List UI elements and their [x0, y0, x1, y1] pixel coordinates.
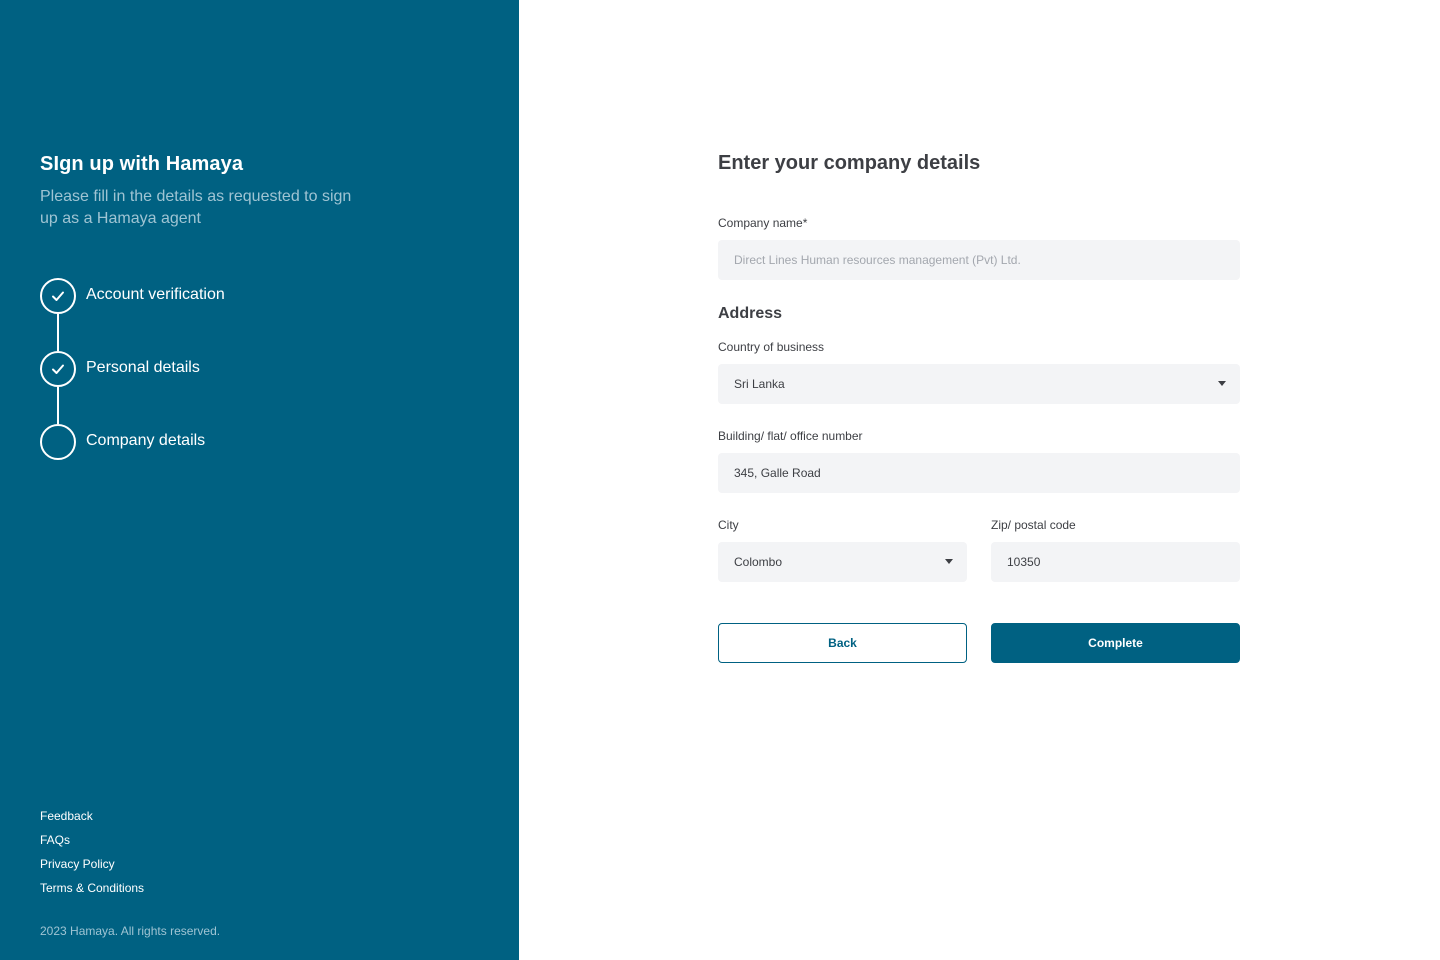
terms-conditions-link[interactable]: Terms & Conditions [40, 876, 144, 900]
city-label: City [718, 518, 739, 532]
privacy-policy-link[interactable]: Privacy Policy [40, 852, 144, 876]
caret-down-icon [945, 559, 953, 564]
step-label: Company details [86, 432, 206, 449]
building-value: 345, Galle Road [734, 466, 821, 480]
step-personal-details: Personal details [40, 351, 440, 387]
city-select[interactable]: Colombo [718, 542, 967, 582]
step-connector [57, 387, 59, 424]
form-heading: Enter your company details [718, 152, 981, 174]
faqs-link[interactable]: FAQs [40, 828, 144, 852]
country-value: Sri Lanka [734, 377, 785, 391]
company-name-label: Company name* [718, 216, 808, 230]
check-icon [40, 278, 76, 314]
feedback-link[interactable]: Feedback [40, 804, 144, 828]
country-label: Country of business [718, 340, 825, 354]
company-name-placeholder: Direct Lines Human resources management … [734, 253, 1021, 267]
copyright: 2023 Hamaya. All rights reserved. [40, 924, 221, 938]
step-label: Account verification [86, 286, 225, 303]
country-select[interactable]: Sri Lanka [718, 364, 1240, 404]
building-input[interactable]: 345, Galle Road [718, 453, 1240, 493]
check-icon [40, 351, 76, 387]
zip-input[interactable]: 10350 [991, 542, 1240, 582]
step-connector [57, 314, 59, 351]
complete-button[interactable]: Complete [991, 623, 1240, 663]
sidebar-panel: SIgn up with Hamaya Please fill in the d… [0, 0, 519, 960]
step-company-details: Company details [40, 424, 440, 460]
city-value: Colombo [734, 555, 783, 569]
caret-down-icon [1218, 381, 1226, 386]
back-button[interactable]: Back [718, 623, 967, 663]
address-heading: Address [718, 305, 783, 322]
footer-links: Feedback FAQs Privacy Policy Terms & Con… [40, 804, 144, 900]
step-label: Personal details [86, 359, 200, 376]
sidebar-title: SIgn up with Hamaya [40, 153, 244, 175]
building-label: Building/ flat/ office number [718, 429, 863, 443]
zip-value: 10350 [1007, 555, 1041, 569]
step-account-verification: Account verification [40, 278, 440, 314]
sidebar-subtitle: Please fill in the details as requested … [40, 188, 352, 227]
company-name-input[interactable]: Direct Lines Human resources management … [718, 240, 1240, 280]
empty-circle-icon [40, 424, 76, 460]
zip-label: Zip/ postal code [991, 518, 1076, 532]
